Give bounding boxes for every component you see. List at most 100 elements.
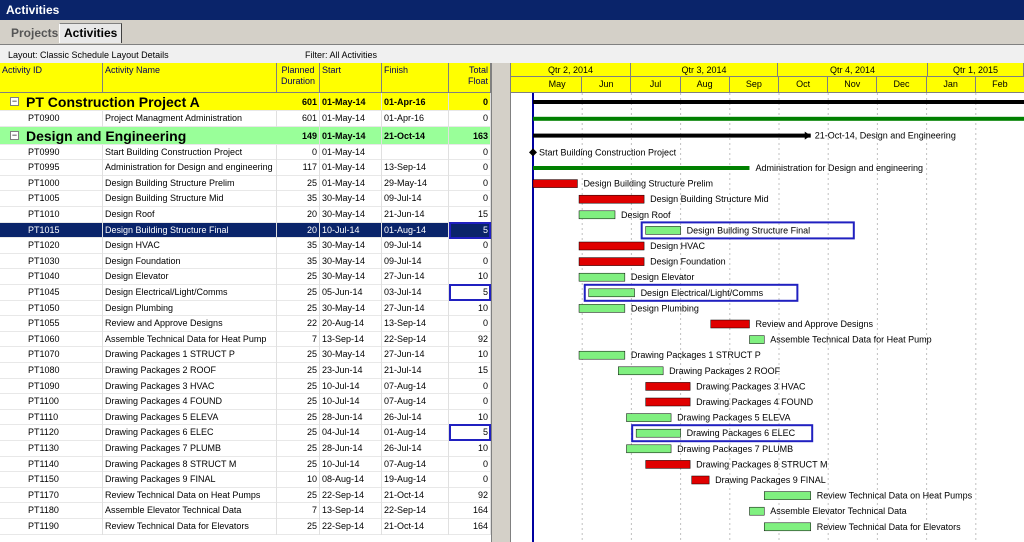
activity-bar [645, 382, 691, 391]
table-row[interactable]: PT1170 Review Technical Data on Heat Pump… [0, 487, 491, 504]
table-row[interactable]: PT1180 Assemble Elevator Technical Data 7 1… [0, 503, 491, 519]
cell-id: PT1050 [26, 300, 103, 317]
activity-bar [578, 350, 626, 360]
collapse-icon[interactable]: − [10, 130, 19, 140]
collapse-icon[interactable]: − [10, 97, 19, 106]
wbs-row[interactable]: − Design and Engineering 149 01-May-14 21-Oc… [0, 126, 491, 145]
cell-name: Project Managment Administration [103, 111, 277, 127]
table-row[interactable]: PT1190 Review Technical Data for Elevator… [0, 519, 491, 535]
table-row[interactable]: PT1040 Design Elevator 25 30-May-14 27-Jun-1… [0, 269, 491, 285]
cell-float: 15 [449, 207, 491, 223]
table-row[interactable]: PT1010 Design Roof 20 30-May-14 21-Jun-14 15 [0, 207, 491, 223]
cell-id: PT1000 [26, 175, 103, 192]
table-row[interactable]: PT1080 Drawing Packages 2 ROOF 25 23-Jun-14… [0, 363, 491, 379]
cell-duration: 25 [277, 363, 320, 379]
wbs-summary-bar [533, 133, 811, 138]
table-row[interactable]: PT1100 Drawing Packages 4 FOUND 25 10-Jul-1… [0, 394, 491, 410]
cell-id: PT0995 [26, 160, 103, 176]
table-row[interactable]: PT1110 Drawing Packages 5 ELEVA 25 28-Jun-1… [0, 409, 491, 426]
group-name: Design and Engineering [26, 127, 187, 144]
column-header-activity-id[interactable]: Activity ID [0, 63, 103, 93]
layout-dropdown[interactable]: Layout: Classic Schedule Layout Details [8, 50, 169, 60]
cell-duration: 25 [277, 394, 320, 410]
month-label: Jul [631, 77, 681, 93]
activity-bar-label: Drawing Packages 8 STRUCT M [696, 459, 827, 469]
cell-start: 13-Sep-14 [320, 503, 382, 519]
table-row[interactable]: PT1015 Design Building Structure Final 20 1… [0, 222, 491, 239]
tab-activities[interactable]: Activities [59, 23, 123, 43]
project-summary-bar [533, 100, 1024, 104]
float-highlight-box [449, 221, 491, 239]
table-row[interactable]: PT1120 Drawing Packages 6 ELEC 25 04-Jul-14… [0, 425, 491, 441]
activity-bar [749, 506, 765, 516]
table-row[interactable]: PT1045 Design Electrical/Light/Comms 25 05-… [0, 285, 491, 301]
cell-name: Drawing Packages 5 ELEVA [103, 409, 277, 426]
cell-finish: 01-Aug-14 [382, 425, 449, 441]
cell-float: 164 [449, 503, 491, 519]
table-row[interactable]: PT1055 Review and Approve Designs 22 20-Aug… [0, 316, 491, 332]
column-header-duration[interactable]: Planned Duration [277, 63, 320, 93]
cell-finish: 22-Sep-14 [382, 331, 449, 348]
table-row[interactable]: PT1130 Drawing Packages 7 PLUMB 25 28-Jun-1… [0, 441, 491, 457]
admin-bar [533, 116, 1024, 121]
activity-bar [618, 366, 664, 376]
cell-float: 0 [449, 316, 491, 332]
tab-projects[interactable]: Projects [6, 23, 64, 43]
column-header-activity-name[interactable]: Activity Name [103, 63, 277, 93]
cell-name: Design Building Structure Prelim [103, 175, 277, 192]
activity-bar-label: Drawing Packages 5 ELEVA [677, 413, 790, 423]
table-row[interactable]: PT0990 Start Building Construction Projec… [0, 144, 491, 161]
activity-bar [533, 166, 750, 170]
cell-duration: 35 [277, 191, 320, 207]
cell-float: 92 [449, 487, 491, 504]
window-title: Activities [0, 0, 1024, 20]
cell-duration: 25 [277, 300, 320, 317]
quarter-label: Qtr 2, 2014 [511, 63, 631, 77]
activity-bar-label: Assemble Technical Data for Heat Pump [770, 335, 931, 345]
activity-bar-label: Assemble Elevator Technical Data [770, 506, 906, 516]
activity-bar [532, 179, 578, 188]
table-row[interactable]: PT1140 Drawing Packages 8 STRUCT M 25 10-Ju… [0, 456, 491, 473]
column-header-finish[interactable]: Finish [382, 63, 449, 93]
cell-finish: 19-Aug-14 [382, 472, 449, 488]
cell-id: PT1060 [26, 331, 103, 348]
table-row[interactable]: PT1020 Design HVAC 35 30-May-14 09-Jul-14 0 [0, 238, 491, 254]
table-row[interactable]: PT1150 Drawing Packages 9 FINAL 10 08-Aug-1… [0, 472, 491, 488]
table-row[interactable]: PT1050 Design Plumbing 25 30-May-14 27-Jun-1… [0, 300, 491, 317]
cell-id: PT0900 [26, 111, 103, 127]
cell-finish: 21-Jun-14 [382, 207, 449, 223]
table-row[interactable]: PT0900 Project Managment Administration 60… [0, 111, 491, 127]
activity-bar-label: Start Building Construction Project [539, 147, 677, 157]
table-row[interactable]: PT1060 Assemble Technical Data for Heat P… [0, 331, 491, 348]
activity-bar-label: Design Elevator [631, 272, 695, 282]
cell-id: PT1090 [26, 378, 103, 395]
table-row[interactable]: PT1000 Design Building Structure Prelim 25… [0, 175, 491, 192]
table-row[interactable]: PT1070 Drawing Packages 1 STRUCT P 25 30-Ma… [0, 347, 491, 363]
gantt-bars: 21-Oct-14, Design and Engineering Start B… [529, 93, 1024, 542]
filter-label[interactable]: Filter: All Activities [305, 50, 377, 60]
cell-duration: 0 [277, 144, 320, 161]
cell-id: PT1015 [26, 222, 103, 239]
table-row[interactable]: PT1090 Drawing Packages 3 HVAC 25 10-Jul-14… [0, 378, 491, 395]
project-row[interactable]: − PT Construction Project A 601 01-May-14 01… [0, 93, 491, 111]
cell-float: 0 [449, 144, 491, 161]
table-row[interactable]: PT0995 Administration for Design and engi… [0, 160, 491, 176]
column-header-float[interactable]: Total Float [449, 63, 491, 93]
cell-name: Drawing Packages 3 HVAC [103, 378, 277, 395]
cell-finish: 09-Jul-14 [382, 238, 449, 254]
cell-duration: 25 [277, 441, 320, 457]
cell-start: 01-May-14 [320, 111, 382, 127]
cell-start: 22-Sep-14 [320, 487, 382, 504]
cell-duration: 35 [277, 238, 320, 254]
activity-bar [626, 413, 672, 422]
activity-bar-label: Design Building Structure Final [687, 225, 811, 235]
month-label: Aug [681, 77, 730, 93]
table-row[interactable]: PT1030 Design Foundation 35 30-May-14 09-Jul… [0, 253, 491, 270]
cell-float: 10 [449, 269, 491, 285]
cell-start: 30-May-14 [320, 191, 382, 207]
activity-bar-label: Drawing Packages 6 ELEC [687, 428, 796, 438]
table-row[interactable]: PT1005 Design Building Structure Mid 35 30-… [0, 191, 491, 207]
column-header-start[interactable]: Start [320, 63, 382, 93]
cell-name: Design Electrical/Light/Comms [103, 285, 277, 301]
pane-splitter[interactable] [491, 63, 511, 542]
